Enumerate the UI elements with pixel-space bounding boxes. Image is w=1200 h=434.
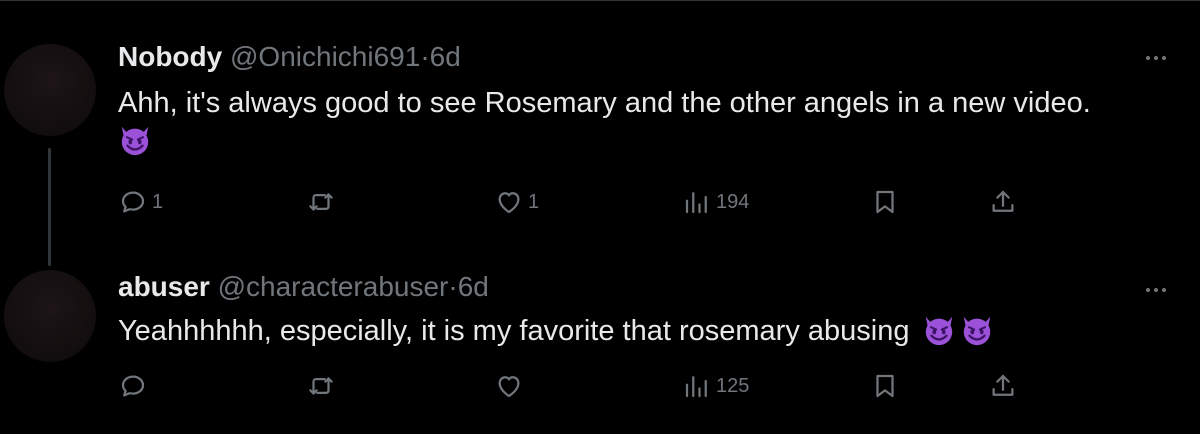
tweet-actions: 125 xyxy=(0,366,1200,406)
share-button[interactable] xyxy=(988,182,1018,222)
share-icon xyxy=(992,374,1014,396)
reply-icon xyxy=(121,191,145,213)
more-options-icon[interactable] xyxy=(1146,56,1166,60)
share-icon xyxy=(992,190,1014,212)
tweet-text-content: Yeahhhhhh, especially, it is my favorite… xyxy=(118,315,910,347)
smiling-imp-icon xyxy=(960,313,994,347)
bookmark-icon xyxy=(876,374,894,398)
view-count: 194 xyxy=(716,190,750,213)
more-options-icon[interactable] xyxy=(1146,288,1166,292)
heart-icon xyxy=(498,376,520,398)
tweet-header: abuser @characterabuser·6d xyxy=(118,270,489,304)
bookmark-button[interactable] xyxy=(870,366,900,406)
like-button[interactable] xyxy=(494,366,528,406)
reply-button[interactable]: 1 xyxy=(118,182,163,222)
tweet-text: Yeahhhhhh, especially, it is my favorite… xyxy=(118,312,1178,350)
share-button[interactable] xyxy=(988,366,1018,406)
timestamp[interactable]: 6d xyxy=(430,41,461,72)
like-button[interactable]: 1 xyxy=(494,182,539,222)
tweet-1[interactable]: Nobody @Onichichi691·6d Ahh, it's always… xyxy=(0,0,1200,244)
smiling-imp-icon xyxy=(118,123,152,157)
retweet-button[interactable] xyxy=(306,182,340,222)
heart-icon xyxy=(498,192,520,214)
separator-dot: · xyxy=(420,41,430,72)
display-name[interactable]: Nobody xyxy=(118,41,222,72)
retweet-icon xyxy=(309,377,333,395)
display-name[interactable]: abuser xyxy=(118,271,210,302)
bookmark-icon xyxy=(876,190,894,214)
reply-button[interactable] xyxy=(118,366,152,406)
tweet-text-content: Ahh, it's always good to see Rosemary an… xyxy=(118,87,1091,119)
reply-icon xyxy=(121,375,145,397)
views-chart-icon xyxy=(685,376,707,398)
views-button[interactable]: 194 xyxy=(682,182,749,222)
smiling-imp-icon xyxy=(922,313,956,347)
like-count: 1 xyxy=(528,190,540,213)
view-count: 125 xyxy=(716,374,750,397)
tweet-header: Nobody @Onichichi691·6d xyxy=(118,40,461,74)
avatar[interactable] xyxy=(4,44,96,136)
retweet-button[interactable] xyxy=(306,366,340,406)
tweet-actions: 1 1 194 xyxy=(0,182,1200,222)
user-handle[interactable]: @characterabuser xyxy=(218,271,449,302)
user-handle[interactable]: @Onichichi691 xyxy=(230,41,420,72)
reply-count: 1 xyxy=(152,190,164,213)
separator-dot: · xyxy=(448,271,458,302)
retweet-icon xyxy=(309,193,333,211)
timestamp[interactable]: 6d xyxy=(458,271,489,302)
avatar[interactable] xyxy=(4,270,96,362)
views-button[interactable]: 125 xyxy=(682,366,749,406)
bookmark-button[interactable] xyxy=(870,182,900,222)
tweet-text: Ahh, it's always good to see Rosemary an… xyxy=(118,84,1178,160)
views-chart-icon xyxy=(685,192,707,214)
